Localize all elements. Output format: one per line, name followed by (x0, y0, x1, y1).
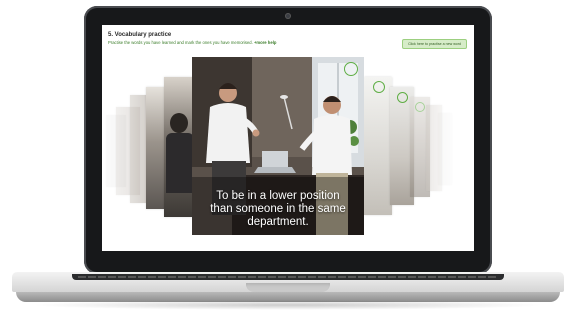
opening-notch (246, 283, 330, 292)
laptop-screen: 5. Vocabulary practice Practise the word… (102, 25, 474, 251)
flashcard-carousel: To be in a lower position than someone i… (102, 25, 474, 251)
caption-line-1: To be in a lower position (216, 190, 340, 202)
flashcard-right-0[interactable] (364, 77, 392, 215)
memorised-toggle[interactable] (344, 62, 358, 76)
flashcard-right-4[interactable] (438, 113, 452, 185)
caption-line-3: department. (247, 216, 309, 228)
camera-icon (285, 13, 291, 19)
caption-line-2: than someone in the same (210, 203, 346, 215)
flashcard-active[interactable]: To be in a lower position than someone i… (192, 57, 364, 235)
flashcard-caption: To be in a lower position than someone i… (192, 190, 364, 229)
laptop-shadow (30, 300, 546, 310)
keyboard-edge (72, 274, 504, 280)
